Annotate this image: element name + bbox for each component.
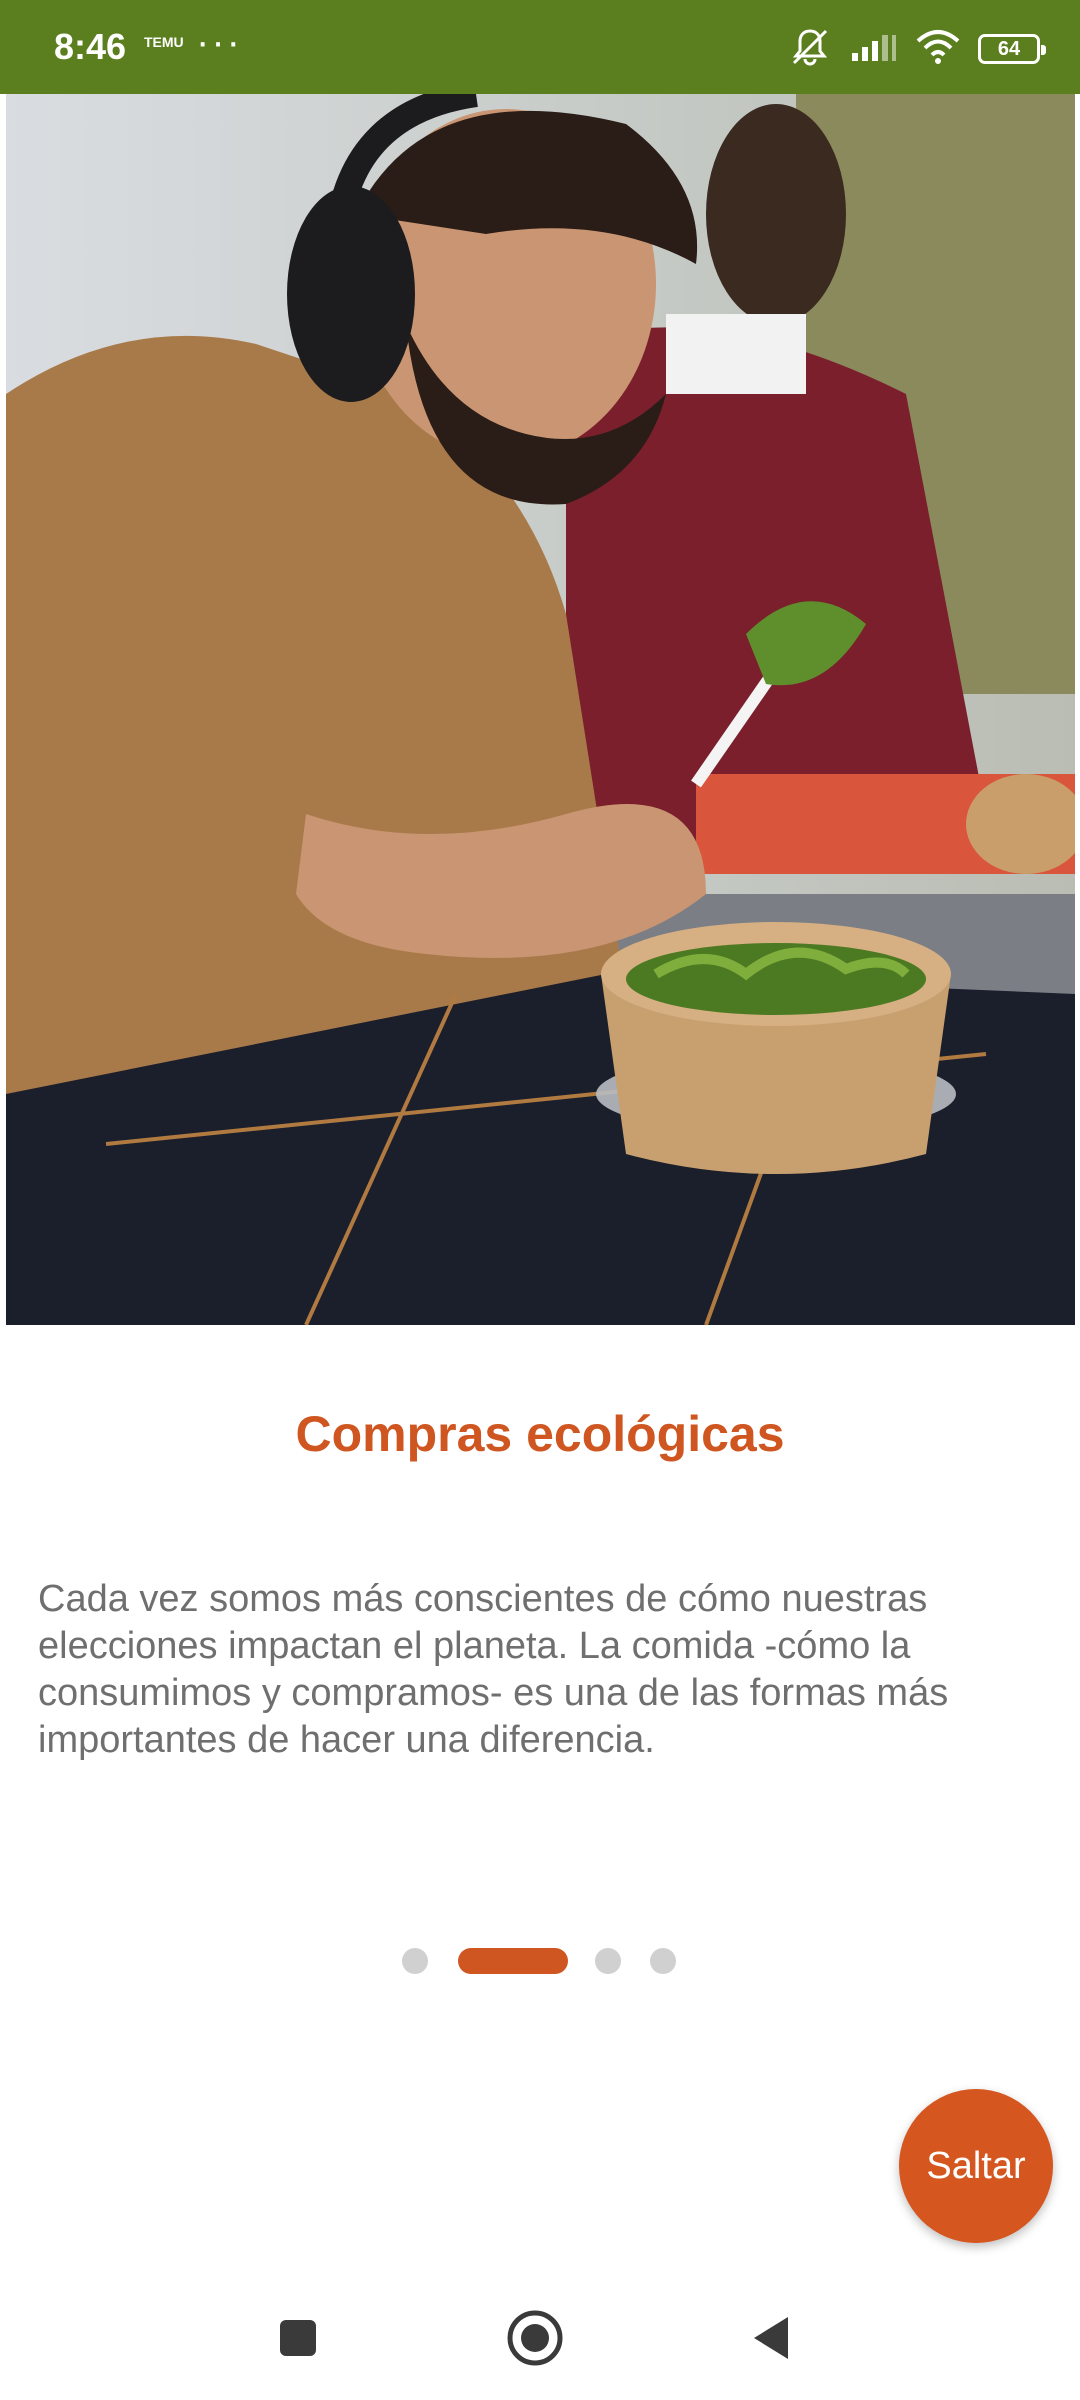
battery-icon: 64 bbox=[978, 34, 1046, 64]
recents-button[interactable] bbox=[268, 2308, 328, 2368]
page-dot-3[interactable] bbox=[595, 1948, 621, 1974]
more-notifications-icon: ··· bbox=[196, 20, 242, 64]
status-icons: 64 bbox=[788, 24, 1046, 74]
circle-home-icon bbox=[507, 2310, 563, 2366]
back-button[interactable] bbox=[740, 2308, 800, 2368]
page-indicator bbox=[0, 1945, 1080, 1975]
wifi-icon bbox=[916, 29, 960, 70]
home-button[interactable] bbox=[505, 2308, 565, 2368]
page-dot-2-active[interactable] bbox=[458, 1948, 568, 1974]
onboarding-title: Compras ecológicas bbox=[295, 1406, 785, 1462]
onboarding-description: Cada vez somos más conscientes de cómo n… bbox=[38, 1578, 949, 1761]
carrier-badge: TEMU bbox=[144, 34, 184, 50]
signal-icon bbox=[850, 31, 898, 68]
mute-icon bbox=[788, 27, 832, 72]
hero-illustration bbox=[6, 94, 1075, 1325]
skip-button[interactable]: Saltar bbox=[899, 2089, 1053, 2243]
system-nav-bar bbox=[0, 2270, 1080, 2400]
square-icon bbox=[280, 2320, 316, 2356]
status-bar: 8:46 TEMU ··· 64 bbox=[0, 0, 1080, 94]
back-triangle-icon bbox=[754, 2317, 788, 2359]
page-dot-1[interactable] bbox=[402, 1948, 428, 1974]
status-time: 8:46 bbox=[54, 26, 127, 67]
page-dot-4[interactable] bbox=[650, 1948, 676, 1974]
hero-image bbox=[6, 94, 1075, 1325]
